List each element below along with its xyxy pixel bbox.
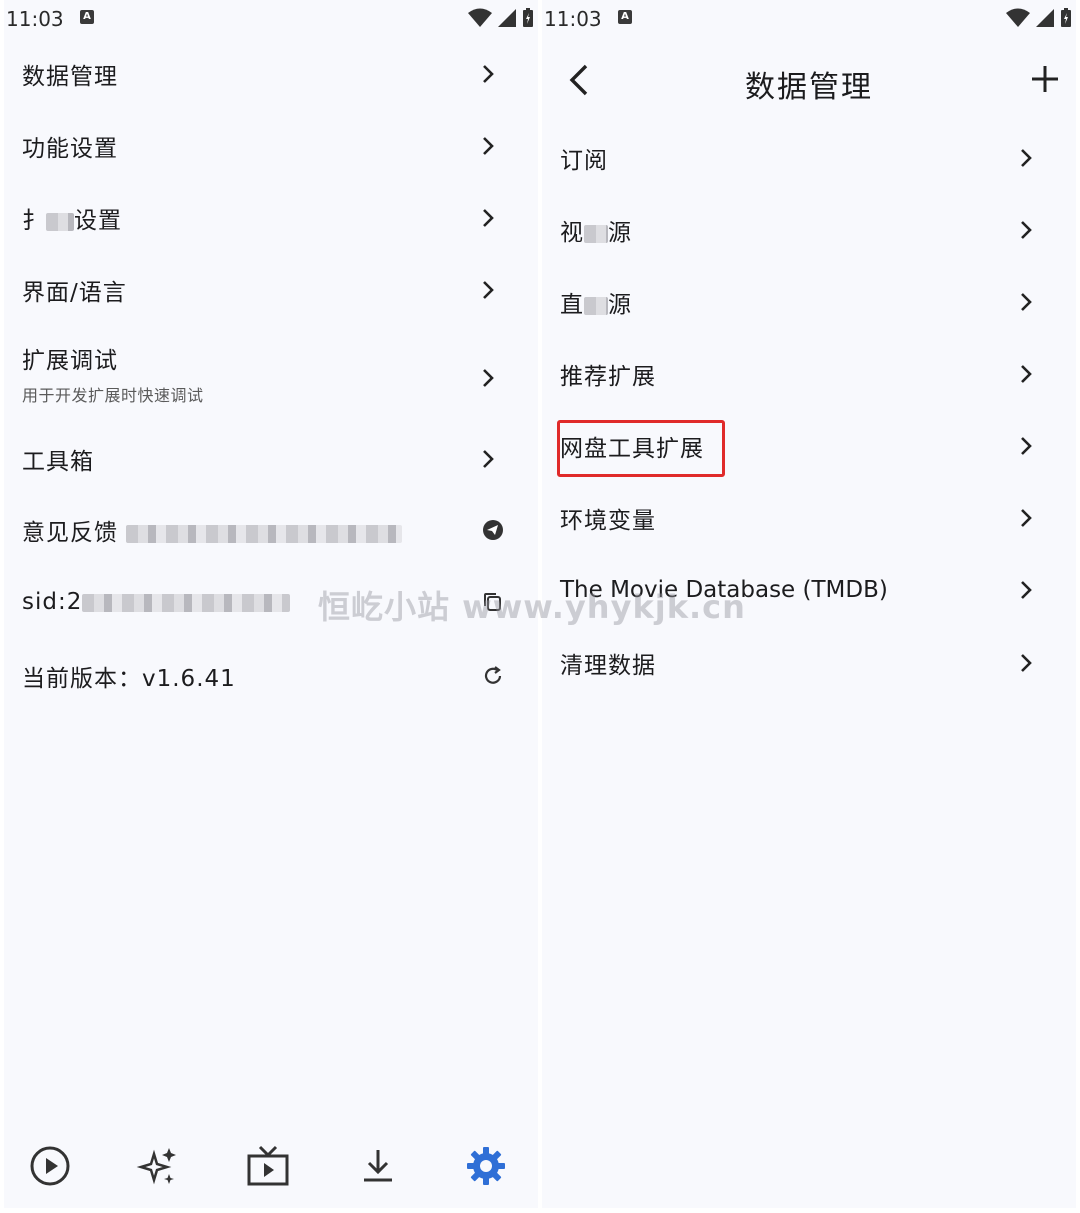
menu-item-label: 扌 设置 — [22, 201, 122, 235]
redacted-sid — [82, 593, 291, 612]
battery-icon — [523, 8, 533, 27]
wifi-icon — [1006, 8, 1030, 27]
add-icon[interactable] — [1030, 64, 1060, 94]
notification-icon: A — [618, 10, 632, 24]
label-prefix: 视 — [560, 220, 584, 246]
menu-item-version[interactable]: 当前版本：v1.6.41 — [4, 640, 538, 712]
feedback-label: 意见反馈 — [22, 520, 118, 546]
signal-icon — [1036, 9, 1054, 27]
menu-item-subtitle: 用于开发扩展时快速调试 — [22, 386, 204, 405]
list-item-video-source[interactable]: 视源 — [542, 194, 1076, 266]
watermark-text: 恒屹小站 www.yhykjk.cn — [318, 588, 746, 626]
top-app-bar: 数据管理 — [542, 40, 1076, 120]
redacted-link — [126, 524, 403, 543]
sparkles-icon[interactable] — [136, 1144, 180, 1188]
list-item-environment-variables[interactable]: 环境变量 — [542, 482, 1076, 554]
menu-item-redacted-settings[interactable]: 扌 设置 — [4, 182, 538, 254]
chevron-right-icon — [483, 65, 494, 83]
menu-item-label: sid:2 — [22, 589, 291, 615]
menu-item-extension-debug[interactable]: 扩展调试 用于开发扩展时快速调试 — [4, 330, 538, 426]
refresh-icon[interactable] — [482, 665, 504, 687]
chevron-right-icon — [483, 281, 494, 299]
redacted-text — [584, 224, 608, 243]
chevron-right-icon — [483, 209, 494, 227]
notification-icon: A — [80, 10, 94, 24]
chevron-right-icon — [483, 137, 494, 155]
chevron-right-icon — [1021, 437, 1032, 455]
label-prefix: 扌 — [22, 208, 46, 234]
bottom-navigation — [4, 1120, 538, 1210]
status-time: 11:03 — [544, 7, 602, 31]
list-item-label: 视源 — [560, 213, 632, 247]
menu-item-data-management[interactable]: 数据管理 — [4, 38, 538, 110]
list-item-label: 清理数据 — [560, 653, 656, 679]
menu-item-label: 当前版本：v1.6.41 — [22, 666, 236, 692]
menu-item-interface-language[interactable]: 界面/语言 — [4, 254, 538, 326]
label-suffix: 设置 — [74, 208, 122, 234]
menu-item-label: 工具箱 — [22, 449, 94, 475]
page-title: 数据管理 — [745, 70, 873, 105]
status-bar: 11:03 A — [542, 0, 1076, 40]
list-item-recommended-extensions[interactable]: 推荐扩展 — [542, 338, 1076, 410]
wifi-icon — [468, 8, 492, 27]
sid-label: sid:2 — [22, 589, 83, 615]
list-item-live-source[interactable]: 直源 — [542, 266, 1076, 338]
menu-item-label: 意见反馈 — [22, 513, 403, 547]
label-prefix: 直 — [560, 292, 584, 318]
status-icons — [1006, 8, 1072, 28]
chevron-right-icon — [483, 369, 494, 387]
menu-item-feature-settings[interactable]: 功能设置 — [4, 110, 538, 182]
status-time: 11:03 — [6, 7, 64, 31]
chevron-right-icon — [1021, 293, 1032, 311]
list-item-label: 环境变量 — [560, 508, 656, 534]
chevron-right-icon — [1021, 149, 1032, 167]
list-item-clear-data[interactable]: 清理数据 — [542, 627, 1076, 699]
menu-item-label: 扩展调试 — [22, 348, 118, 374]
gear-icon[interactable] — [464, 1144, 508, 1188]
chevron-right-icon — [1021, 654, 1032, 672]
chevron-right-icon — [1021, 509, 1032, 527]
list-item-label: 直源 — [560, 285, 632, 319]
battery-icon — [1061, 8, 1071, 27]
highlight-box — [557, 420, 725, 477]
redacted-text — [584, 296, 608, 315]
telegram-icon[interactable] — [482, 519, 504, 541]
chevron-right-icon — [1021, 581, 1032, 599]
menu-item-label: 功能设置 — [22, 136, 118, 162]
list-item-label: 推荐扩展 — [560, 364, 656, 390]
chevron-right-icon — [1021, 221, 1032, 239]
label-suffix: 源 — [608, 220, 632, 246]
menu-item-toolbox[interactable]: 工具箱 — [4, 423, 538, 495]
menu-item-label: 界面/语言 — [22, 280, 127, 306]
menu-item-label: 数据管理 — [22, 64, 118, 90]
download-icon[interactable] — [356, 1144, 400, 1188]
menu-item-feedback[interactable]: 意见反馈 — [4, 494, 538, 566]
list-item-subscription[interactable]: 订阅 — [542, 122, 1076, 194]
redacted-text — [46, 212, 74, 231]
signal-icon — [498, 9, 516, 27]
play-circle-icon[interactable] — [28, 1144, 72, 1188]
list-item-label: 订阅 — [560, 148, 608, 174]
status-bar: 11:03 A — [4, 0, 538, 40]
label-suffix: 源 — [608, 292, 632, 318]
status-icons — [468, 8, 534, 28]
tv-icon[interactable] — [246, 1144, 290, 1188]
chevron-right-icon — [483, 450, 494, 468]
chevron-right-icon — [1021, 365, 1032, 383]
